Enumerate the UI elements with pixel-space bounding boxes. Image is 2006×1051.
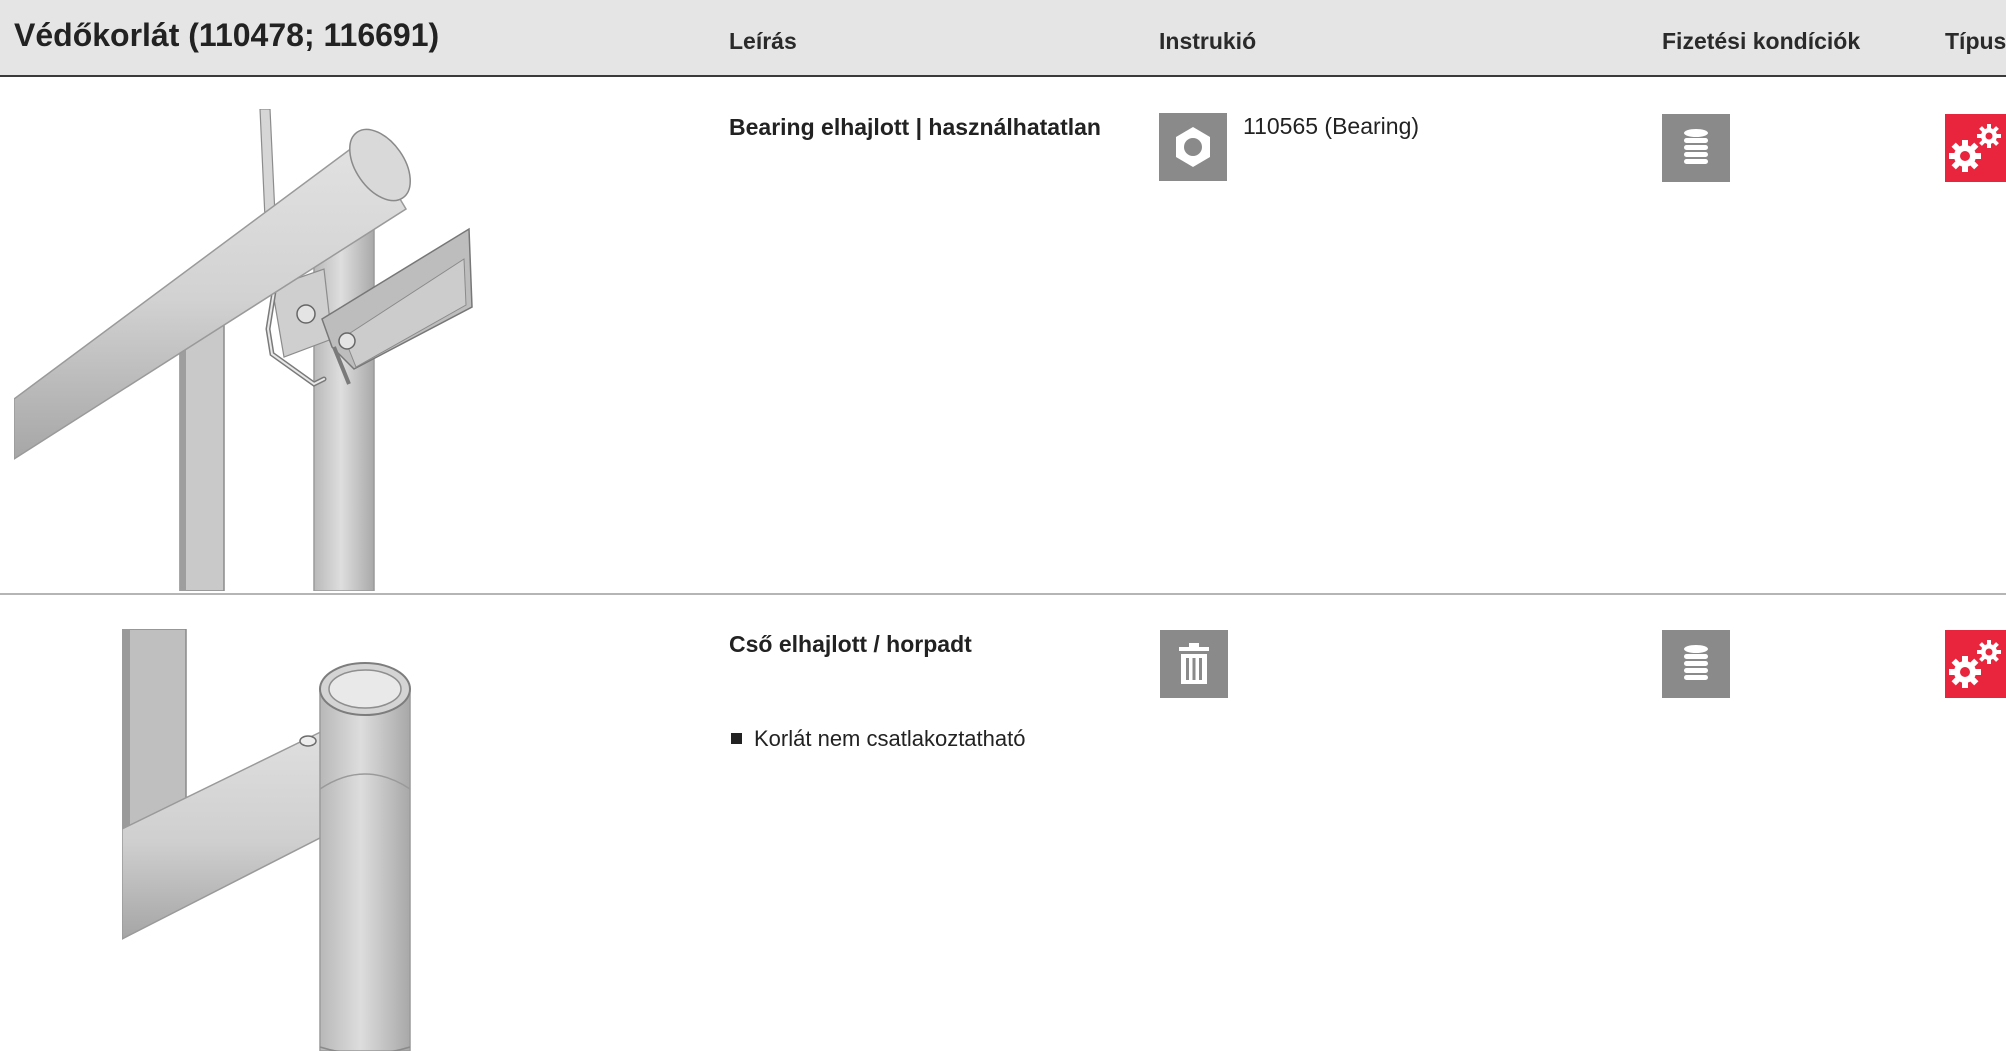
column-header-description: Leírás — [729, 28, 797, 54]
bullet-item: Korlát nem csatlakoztatható — [731, 726, 1025, 752]
row-description: Cső elhajlott / horpadt — [729, 631, 972, 657]
instruction-text: 110565 (Bearing) — [1243, 113, 1420, 139]
hex-nut-icon — [1176, 127, 1210, 167]
trash-icon — [1179, 643, 1209, 684]
coin-stack-icon — [1684, 129, 1708, 164]
gears-icon — [1949, 640, 2001, 688]
type-icon[interactable] — [1945, 114, 2006, 182]
payment-icon[interactable] — [1662, 630, 1730, 698]
table-header: Védőkorlát (110478; 116691) Leírás Instr… — [0, 0, 2006, 77]
table-row: Bearing elhajlott | használhatatlan 1105… — [0, 79, 2006, 595]
payment-icon[interactable] — [1662, 114, 1730, 182]
type-icon[interactable] — [1945, 630, 2006, 698]
page-title: Védőkorlát (110478; 116691) — [14, 17, 440, 53]
instruction-icon[interactable] — [1159, 113, 1227, 181]
instruction-icon[interactable] — [1160, 630, 1228, 698]
bullet-text: Korlát nem csatlakoztatható — [754, 726, 1026, 751]
column-header-type: Típus — [1945, 28, 2006, 54]
gears-icon — [1949, 124, 2001, 172]
bullet-square-icon — [731, 732, 742, 744]
table-row: Cső elhajlott / horpadt Korlát nem csatl… — [0, 597, 2006, 1051]
guardrail-bearing-illustration — [14, 109, 473, 591]
column-header-instruction: Instrukió — [1159, 28, 1257, 54]
guardrail-tube-illustration — [122, 629, 411, 1051]
column-header-payment: Fizetési kondíciók — [1662, 28, 1861, 54]
coin-stack-icon — [1684, 645, 1708, 680]
row-description: Bearing elhajlott | használhatatlan — [729, 114, 1101, 140]
